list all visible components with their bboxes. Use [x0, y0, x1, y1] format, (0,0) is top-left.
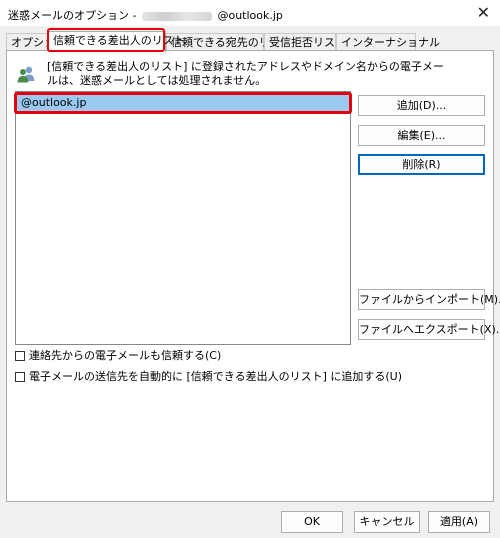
info-description: [信頼できる差出人のリスト] に登録されたアドレスやドメイン名からの電子メールは…: [47, 60, 444, 87]
window-title: 迷惑メールのオプション - @outlook.jp: [8, 7, 283, 23]
title-bar: 迷惑メールのオプション - @outlook.jp ✕: [0, 0, 500, 26]
cancel-button[interactable]: キャンセル: [354, 511, 420, 533]
tab-options[interactable]: オプション: [6, 33, 66, 51]
auto-add-recipients-label: 電子メールの送信先を自動的に [信頼できる差出人のリスト] に追加する(U): [29, 370, 402, 383]
export-to-file-button[interactable]: ファイルへエクスポート(X)...: [358, 319, 500, 340]
edit-button[interactable]: 編集(E)...: [358, 125, 485, 146]
safe-senders-listbox[interactable]: @outlook.jp: [15, 91, 351, 345]
close-button[interactable]: ✕: [477, 3, 490, 22]
delete-button[interactable]: 削除(R): [358, 154, 485, 175]
ok-button[interactable]: OK: [281, 511, 343, 533]
window-title-suffix: @outlook.jp: [217, 9, 283, 22]
tab-international[interactable]: インターナショナル: [336, 33, 440, 51]
auto-add-recipients-option[interactable]: 電子メールの送信先を自動的に [信頼できる差出人のリスト] に追加する(U): [15, 370, 402, 386]
add-button[interactable]: 追加(D)...: [358, 95, 485, 116]
tab-safe-senders[interactable]: 信頼できる差出人のリスト: [48, 31, 185, 52]
close-icon: ✕: [476, 3, 490, 22]
tab-strip: オプション 信頼できる差出人のリスト 信頼できる宛先のリスト 受信拒否リスト イ…: [6, 31, 494, 52]
auto-add-recipients-checkbox[interactable]: [15, 372, 25, 382]
trust-contacts-label: 連絡先からの電子メールも信頼する(C): [29, 349, 222, 362]
trust-contacts-checkbox[interactable]: [15, 351, 25, 361]
window-title-prefix: 迷惑メールのオプション -: [8, 9, 137, 22]
redacted-account-name: [141, 11, 212, 21]
import-from-file-button[interactable]: ファイルからインポート(M)...: [358, 289, 500, 310]
apply-button[interactable]: 適用(A): [428, 511, 490, 533]
tab-panel-safe-senders: [信頼できる差出人のリスト] に登録されたアドレスやドメイン名からの電子メールは…: [6, 50, 500, 502]
people-icon: [17, 66, 35, 83]
trust-contacts-option[interactable]: 連絡先からの電子メールも信頼する(C): [15, 349, 221, 365]
list-item[interactable]: @outlook.jp: [17, 93, 349, 113]
tab-blocked-senders[interactable]: 受信拒否リスト: [264, 33, 346, 51]
